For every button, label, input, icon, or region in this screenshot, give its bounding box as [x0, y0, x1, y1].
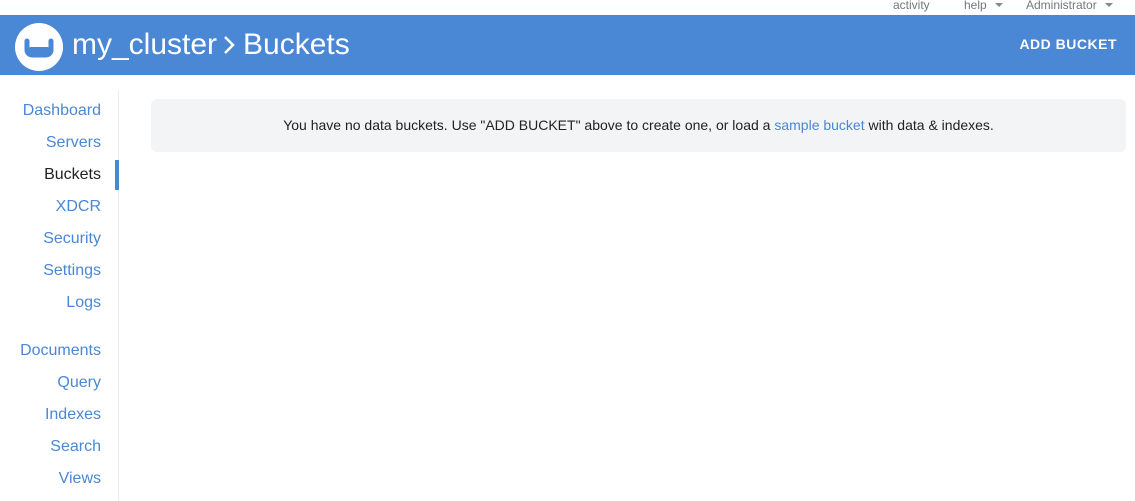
- caret-down-icon: [1104, 3, 1113, 7]
- sidebar-item-xdcr[interactable]: XDCR: [56, 198, 101, 216]
- sidebar-item-search[interactable]: Search: [50, 438, 101, 456]
- sidebar-item-security[interactable]: Security: [43, 230, 101, 248]
- sidebar-nav: Dashboard Servers Buckets XDCR Security …: [0, 90, 119, 501]
- breadcrumb-cluster[interactable]: my_cluster: [72, 28, 217, 61]
- sidebar-item-logs[interactable]: Logs: [66, 294, 101, 312]
- active-indicator: [115, 160, 119, 190]
- help-label: help: [964, 0, 987, 12]
- caret-down-icon: [994, 3, 1003, 7]
- add-bucket-button[interactable]: ADD BUCKET: [1019, 36, 1117, 52]
- activity-link[interactable]: activity: [893, 0, 930, 12]
- couchbase-logo-icon[interactable]: [15, 23, 63, 71]
- sidebar-item-documents[interactable]: Documents: [20, 342, 101, 360]
- top-utility-bar: activity help Administrator: [0, 0, 1135, 15]
- breadcrumb: my_cluster Buckets: [72, 25, 350, 65]
- sidebar-item-dashboard[interactable]: Dashboard: [23, 102, 101, 120]
- sidebar-item-query[interactable]: Query: [57, 374, 101, 392]
- sidebar-item-views[interactable]: Views: [59, 470, 101, 488]
- sidebar-item-buckets[interactable]: Buckets: [44, 166, 101, 184]
- user-label: Administrator: [1026, 0, 1097, 12]
- sidebar-item-servers[interactable]: Servers: [46, 134, 101, 152]
- sample-bucket-link[interactable]: sample bucket: [774, 117, 864, 133]
- empty-buckets-notice: You have no data buckets. Use "ADD BUCKE…: [151, 99, 1126, 152]
- sidebar-item-indexes[interactable]: Indexes: [45, 406, 101, 424]
- help-menu[interactable]: help: [964, 0, 1003, 12]
- page-title: Buckets: [243, 28, 350, 61]
- app-header: my_cluster Buckets ADD BUCKET: [0, 15, 1135, 75]
- sidebar-item-settings[interactable]: Settings: [43, 262, 101, 280]
- notice-text-after: with data & indexes.: [864, 117, 994, 133]
- notice-text-before: You have no data buckets. Use "ADD BUCKE…: [283, 117, 775, 133]
- chevron-right-icon: [224, 36, 235, 54]
- user-menu[interactable]: Administrator: [1026, 0, 1113, 12]
